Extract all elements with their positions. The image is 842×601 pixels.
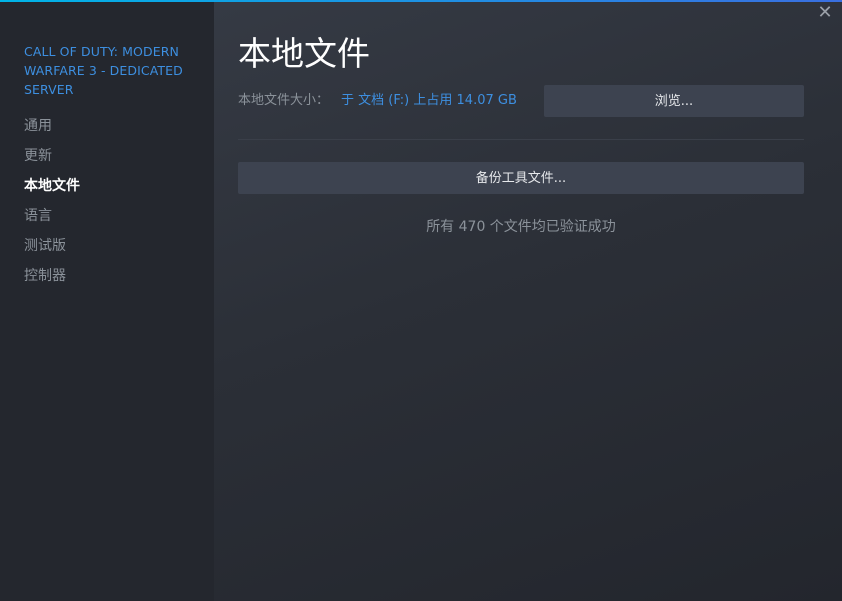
- local-files-size-value: 于 文档 (F:) 上占用 14.07 GB: [341, 93, 517, 108]
- game-title: CALL OF DUTY: MODERN WARFARE 3 - DEDICAT…: [24, 44, 183, 97]
- close-icon[interactable]: ✕: [816, 4, 834, 22]
- sidebar-item-local-files[interactable]: 本地文件: [24, 176, 80, 196]
- main-panel: ✕ 本地文件 本地文件大小： 于 文档 (F:) 上占用 14.07 GB 浏览…: [214, 2, 842, 601]
- local-files-size-label: 本地文件大小：: [238, 93, 330, 108]
- verify-status: 所有 470 个文件均已验证成功: [426, 219, 616, 235]
- sidebar-item-updates[interactable]: 更新: [24, 146, 52, 166]
- backup-game-files-button[interactable]: 备份工具文件...: [238, 162, 804, 194]
- sidebar-item-controller[interactable]: 控制器: [24, 266, 66, 286]
- sidebar-item-language[interactable]: 语言: [24, 206, 52, 226]
- sidebar: CALL OF DUTY: MODERN WARFARE 3 - DEDICAT…: [0, 2, 214, 601]
- browse-button[interactable]: 浏览...: [544, 85, 804, 117]
- page-title: 本地文件: [238, 34, 370, 73]
- sidebar-item-general[interactable]: 通用: [24, 116, 52, 136]
- sidebar-item-betas[interactable]: 测试版: [24, 236, 66, 256]
- divider: [238, 139, 804, 140]
